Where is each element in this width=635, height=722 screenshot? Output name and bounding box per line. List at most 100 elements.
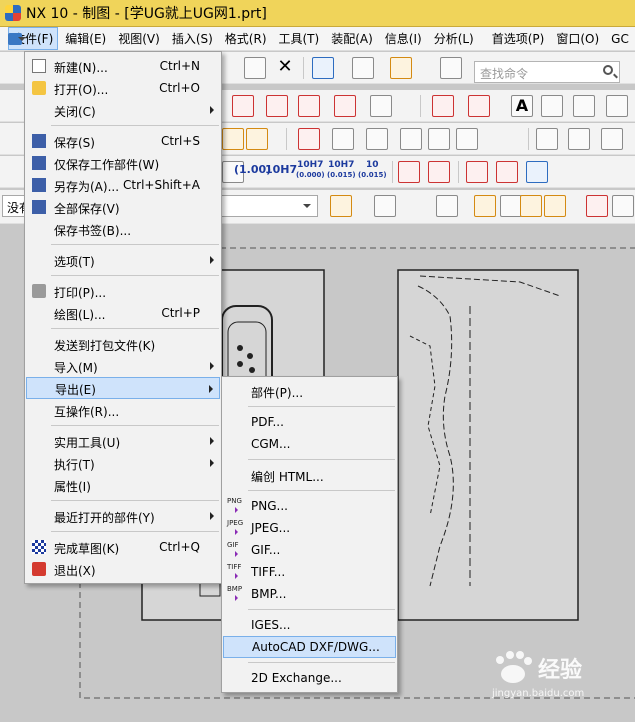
cube-icon[interactable] bbox=[428, 128, 450, 150]
menu-item-export[interactable]: 导出(E) bbox=[26, 377, 220, 399]
feature-control-icon[interactable] bbox=[573, 95, 595, 117]
export-item-html[interactable]: 编创 HTML... bbox=[223, 464, 396, 486]
command-finder-icon[interactable] bbox=[440, 57, 462, 79]
snap-end-icon[interactable] bbox=[520, 195, 542, 217]
undo-icon[interactable] bbox=[312, 57, 334, 79]
touch-mode-icon[interactable] bbox=[390, 57, 412, 79]
menu-item-interop[interactable]: 互操作(R)... bbox=[26, 399, 220, 421]
menu-item-recent-parts[interactable]: 最近打开的部件(Y) bbox=[26, 505, 220, 527]
menu-item-save-bookmark[interactable]: 保存书签(B)... bbox=[26, 218, 220, 240]
export-item-bmp[interactable]: BMP BMP... bbox=[223, 583, 396, 605]
projected-view-icon[interactable] bbox=[334, 95, 356, 117]
menu-item-close[interactable]: 关闭(C) bbox=[26, 99, 220, 121]
menu-item-save-all[interactable]: 全部保存(V) bbox=[26, 196, 220, 218]
layer-icon[interactable] bbox=[332, 128, 354, 150]
menu-item-label: 绘图(L)... bbox=[54, 308, 106, 322]
snap-curve-icon[interactable] bbox=[586, 195, 608, 217]
menu-item-import[interactable]: 导入(M) bbox=[26, 355, 220, 377]
menu-item-save-as[interactable]: 另存为(A)... Ctrl+Shift+A bbox=[26, 174, 220, 196]
menu-item-label: 属性(I) bbox=[54, 480, 91, 494]
menu-info[interactable]: 信息(I) bbox=[380, 27, 427, 50]
menu-item-properties[interactable]: 属性(I) bbox=[26, 474, 220, 496]
command-search-input[interactable]: 查找命令 bbox=[474, 61, 620, 83]
menu-item-print[interactable]: 打印(P)... bbox=[26, 280, 220, 302]
note-icon[interactable]: A bbox=[511, 95, 533, 117]
fit-10h7-label[interactable]: 10H7 bbox=[265, 164, 297, 175]
export-item-pdf[interactable]: PDF... bbox=[223, 411, 396, 433]
select-icon[interactable] bbox=[374, 195, 396, 217]
diameter-alt-icon[interactable] bbox=[496, 161, 518, 183]
snap-point-icon[interactable] bbox=[474, 195, 496, 217]
radius-icon[interactable] bbox=[398, 161, 420, 183]
menu-item-execute[interactable]: 执行(T) bbox=[26, 452, 220, 474]
menu-insert[interactable]: 插入(S) bbox=[167, 27, 218, 50]
menu-item-finish-sketch[interactable]: 完成草图(K) Ctrl+Q bbox=[26, 536, 220, 558]
export-item-autocad-dxf-dwg[interactable]: AutoCAD DXF/DWG... bbox=[223, 636, 396, 658]
menu-preferences[interactable]: 首选项(P) bbox=[487, 27, 550, 50]
redo-icon[interactable] bbox=[352, 57, 374, 79]
menu-item-utilities[interactable]: 实用工具(U) bbox=[26, 430, 220, 452]
radius-alt-icon[interactable] bbox=[428, 161, 450, 183]
export-item-part[interactable]: 部件(P)... bbox=[223, 380, 396, 402]
diameter-icon[interactable] bbox=[466, 161, 488, 183]
sheet-icon[interactable] bbox=[298, 128, 320, 150]
return-icon[interactable] bbox=[526, 161, 548, 183]
paste-icon[interactable] bbox=[244, 57, 266, 79]
search-icon[interactable] bbox=[603, 65, 613, 75]
label-cube-icon[interactable] bbox=[456, 128, 478, 150]
watermark-text: 经验 bbox=[538, 658, 583, 683]
export-item-png[interactable]: PNG PNG... bbox=[223, 495, 396, 517]
snap-mid-icon[interactable] bbox=[544, 195, 566, 217]
fit-10-0015[interactable]: 10 (0.015) bbox=[358, 160, 387, 180]
menu-item-exit[interactable]: 退出(X) bbox=[26, 558, 220, 580]
menu-item-options[interactable]: 选项(T) bbox=[26, 249, 220, 271]
menu-item-plot[interactable]: 绘图(L)... Ctrl+P bbox=[26, 302, 220, 324]
view-break-icon[interactable] bbox=[232, 95, 254, 117]
menu-item-save-work-part[interactable]: 仅保存工作部件(W) bbox=[26, 152, 220, 174]
fit-10h7-0000[interactable]: 10H7 (0.000) bbox=[296, 160, 325, 180]
symbol-icon[interactable] bbox=[468, 95, 490, 117]
view-label-icon[interactable] bbox=[246, 128, 268, 150]
snap-intersect-icon[interactable] bbox=[612, 195, 634, 217]
open-folder-icon bbox=[32, 81, 46, 95]
export-item-cgm[interactable]: CGM... bbox=[223, 433, 396, 455]
finish-sketch-icon bbox=[32, 540, 46, 554]
menu-assembly[interactable]: 装配(A) bbox=[326, 27, 378, 50]
menu-analysis[interactable]: 分析(L) bbox=[429, 27, 479, 50]
menu-view[interactable]: 视图(V) bbox=[113, 27, 165, 50]
delete-icon[interactable]: ✕ bbox=[274, 57, 296, 79]
dimension-icon[interactable] bbox=[266, 95, 288, 117]
model-view-icon[interactable] bbox=[222, 128, 244, 150]
frame-icon[interactable] bbox=[568, 128, 590, 150]
submenu-arrow-icon bbox=[210, 362, 214, 370]
menu-format[interactable]: 格式(R) bbox=[220, 27, 272, 50]
section-view-icon[interactable] bbox=[298, 95, 320, 117]
export-item-jpeg[interactable]: JPEG JPEG... bbox=[223, 517, 396, 539]
menu-edit[interactable]: 编辑(E) bbox=[60, 27, 111, 50]
export-item-iges[interactable]: IGES... bbox=[223, 614, 396, 636]
menu-item-new[interactable]: 新建(N)... Ctrl+N bbox=[26, 55, 220, 77]
menu-window[interactable]: 窗口(O) bbox=[551, 27, 604, 50]
export-item-tiff[interactable]: TIFF TIFF... bbox=[223, 561, 396, 583]
fit-10h7-0015[interactable]: 10H7 (0.015) bbox=[327, 160, 356, 180]
menu-item-open[interactable]: 打开(O)... Ctrl+O bbox=[26, 77, 220, 99]
datum-icon[interactable] bbox=[606, 95, 628, 117]
table-icon[interactable] bbox=[370, 95, 392, 117]
filter-icon[interactable] bbox=[330, 195, 352, 217]
centerline-icon[interactable] bbox=[432, 95, 454, 117]
save-all-icon bbox=[32, 200, 46, 214]
menu-gc[interactable]: GC bbox=[606, 29, 634, 49]
menu-item-send-to-package[interactable]: 发送到打包文件(K) bbox=[26, 333, 220, 355]
border-icon[interactable] bbox=[536, 128, 558, 150]
submenu-arrow-icon bbox=[210, 459, 214, 467]
box-select-icon[interactable] bbox=[436, 195, 458, 217]
export-item-2d-exchange[interactable]: 2D Exchange... bbox=[223, 667, 396, 689]
snap-center-icon[interactable] bbox=[500, 195, 522, 217]
menu-tools[interactable]: 工具(T) bbox=[274, 27, 325, 50]
region-icon[interactable] bbox=[400, 128, 422, 150]
cut-section-icon[interactable] bbox=[601, 128, 623, 150]
export-item-gif[interactable]: GIF GIF... bbox=[223, 539, 396, 561]
menu-item-save[interactable]: 保存(S) Ctrl+S bbox=[26, 130, 220, 152]
leader-icon[interactable] bbox=[541, 95, 563, 117]
surface-icon[interactable] bbox=[366, 128, 388, 150]
